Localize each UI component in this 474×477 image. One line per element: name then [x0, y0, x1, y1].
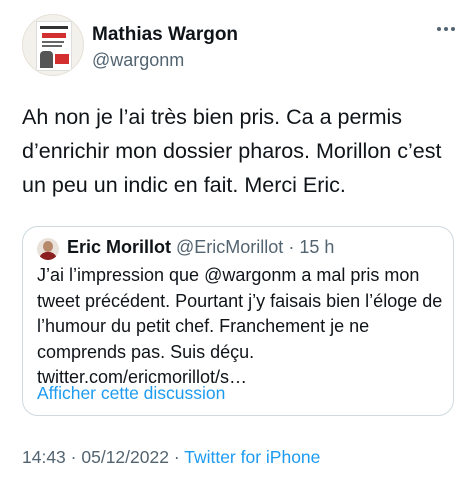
tweet-source-link[interactable]: Twitter for iPhone: [184, 447, 320, 467]
footer-separator: ·: [70, 447, 77, 467]
tweet-time[interactable]: 14:43: [22, 447, 66, 467]
quoted-tweet-text: J’ai l’impression que @wargonm a mal pri…: [37, 265, 443, 387]
quoted-tweet[interactable]: Eric Morillot @EricMorillot · 15 h J’ai …: [22, 226, 454, 416]
quoted-author-avatar: [37, 238, 59, 260]
author-name[interactable]: Mathias Wargon: [92, 24, 238, 46]
more-options-icon[interactable]: [434, 20, 458, 38]
meta-separator: ·: [288, 237, 295, 257]
quoted-tweet-age: 15 h: [299, 237, 335, 257]
footer-separator-2: ·: [173, 447, 180, 467]
author-handle[interactable]: @wargonm: [92, 50, 184, 71]
quoted-tweet-header: Eric Morillot @EricMorillot · 15 h: [67, 237, 334, 258]
quoted-author-handle: @EricMorillot: [176, 237, 284, 257]
book-cover-image: [36, 21, 72, 71]
quoted-author-name: Eric Morillot: [67, 237, 172, 257]
show-thread-link[interactable]: Afficher cette discussion: [37, 383, 225, 404]
tweet-date[interactable]: 05/12/2022: [81, 447, 169, 467]
tweet-header: Mathias Wargon @wargonm: [22, 14, 462, 84]
tweet-text: Ah non je l’ai très bien pris. Ca a perm…: [22, 105, 442, 197]
author-avatar[interactable]: [22, 14, 84, 76]
tweet-footer: 14:43 · 05/12/2022 · Twitter for iPhone: [22, 447, 320, 468]
